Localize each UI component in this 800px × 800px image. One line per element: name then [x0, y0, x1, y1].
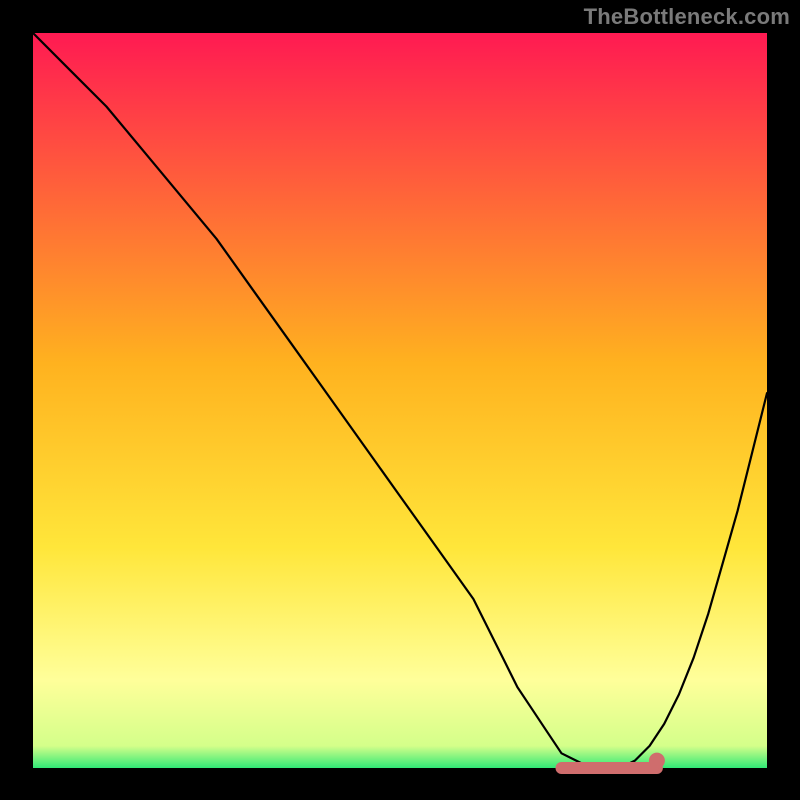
plot-background [33, 33, 767, 768]
attribution-text: TheBottleneck.com [584, 4, 790, 30]
bottleneck-chart [0, 0, 800, 800]
chart-frame: { "attribution": "TheBottleneck.com", "c… [0, 0, 800, 800]
current-point-marker [649, 753, 665, 769]
